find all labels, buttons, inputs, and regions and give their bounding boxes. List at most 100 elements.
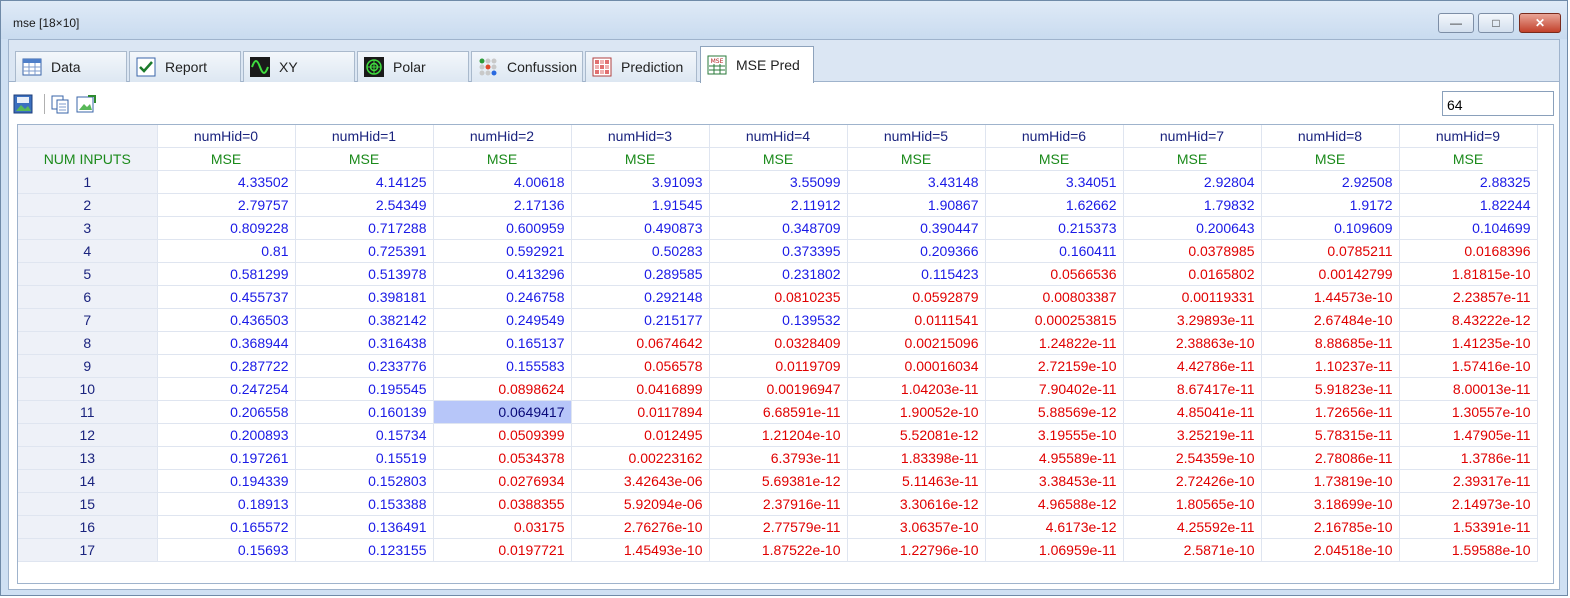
grid-cell[interactable]: 8.43222e-12 <box>1399 308 1538 332</box>
grid-cell[interactable]: 0.0168396 <box>1399 239 1538 263</box>
tab-data[interactable]: Data <box>15 51 127 82</box>
grid-cell[interactable]: 2.38863e-10 <box>1123 331 1262 355</box>
column-header[interactable]: numHid=7 <box>1123 125 1262 148</box>
grid-cell[interactable]: 1.9172 <box>1261 193 1400 217</box>
grid-cell[interactable]: 0.00196947 <box>709 377 848 401</box>
grid-cell[interactable]: 5.91823e-11 <box>1261 377 1400 401</box>
grid-cell[interactable]: 3.34051 <box>985 170 1124 194</box>
column-header[interactable]: numHid=5 <box>847 125 986 148</box>
grid-cell[interactable]: 2.04518e-10 <box>1261 538 1400 562</box>
grid-cell[interactable]: 2.72426e-10 <box>1123 469 1262 493</box>
grid-cell[interactable]: 0.056578 <box>571 354 710 378</box>
grid-cell[interactable]: 0.200893 <box>157 423 296 447</box>
row-header[interactable]: 15 <box>18 492 158 516</box>
grid-cell[interactable]: 0.152803 <box>295 469 434 493</box>
grid-cell[interactable]: 0.15734 <box>295 423 434 447</box>
grid-cell[interactable]: 1.59588e-10 <box>1399 538 1538 562</box>
grid-cell[interactable]: 0.0111541 <box>847 308 986 332</box>
grid-cell[interactable]: 2.14973e-10 <box>1399 492 1538 516</box>
grid-cell[interactable]: 0.206558 <box>157 400 296 424</box>
grid-cell[interactable]: 0.123155 <box>295 538 434 562</box>
grid-cell[interactable]: 3.25219e-11 <box>1123 423 1262 447</box>
grid-cell[interactable]: 5.69381e-12 <box>709 469 848 493</box>
grid-cell[interactable]: 2.16785e-10 <box>1261 515 1400 539</box>
grid-cell[interactable]: 0.348709 <box>709 216 848 240</box>
grid-cell[interactable]: 5.92094e-06 <box>571 492 710 516</box>
grid-cell[interactable]: 5.11463e-11 <box>847 469 986 493</box>
grid-cell[interactable]: 5.78315e-11 <box>1261 423 1400 447</box>
grid-cell[interactable]: 2.11912 <box>709 193 848 217</box>
grid-cell[interactable]: 0.136491 <box>295 515 434 539</box>
row-header[interactable]: 3 <box>18 216 158 240</box>
grid-cell[interactable]: 0.215177 <box>571 308 710 332</box>
grid-cell[interactable]: 1.41235e-10 <box>1399 331 1538 355</box>
grid-cell[interactable]: 2.37916e-11 <box>709 492 848 516</box>
grid-cell[interactable]: 1.30557e-10 <box>1399 400 1538 424</box>
row-header[interactable]: 6 <box>18 285 158 309</box>
row-header[interactable]: 9 <box>18 354 158 378</box>
grid-cell[interactable]: 4.33502 <box>157 170 296 194</box>
grid-cell[interactable]: 0.81 <box>157 239 296 263</box>
grid-cell[interactable]: 0.246758 <box>433 285 572 309</box>
grid-cell[interactable]: 0.0592879 <box>847 285 986 309</box>
grid-cell[interactable]: 6.3793e-11 <box>709 446 848 470</box>
grid-cell[interactable]: 3.29893e-11 <box>1123 308 1262 332</box>
grid-cell[interactable]: 2.5871e-10 <box>1123 538 1262 562</box>
column-header[interactable]: numHid=9 <box>1399 125 1538 148</box>
grid-cell[interactable]: 2.88325 <box>1399 170 1538 194</box>
grid-cell[interactable]: 0.0674642 <box>571 331 710 355</box>
grid-cell[interactable]: 4.42786e-11 <box>1123 354 1262 378</box>
grid-cell[interactable]: 0.03175 <box>433 515 572 539</box>
grid-cell[interactable]: 0.249549 <box>433 308 572 332</box>
row-header[interactable]: 16 <box>18 515 158 539</box>
grid-cell[interactable]: 1.87522e-10 <box>709 538 848 562</box>
grid-cell[interactable]: 2.76276e-10 <box>571 515 710 539</box>
grid-cell[interactable]: 0.0328409 <box>709 331 848 355</box>
grid-cell[interactable]: 1.44573e-10 <box>1261 285 1400 309</box>
grid-cell[interactable]: 0.0649417 <box>433 400 572 424</box>
row-header[interactable]: 12 <box>18 423 158 447</box>
grid-cell[interactable]: 1.3786e-11 <box>1399 446 1538 470</box>
column-header[interactable]: numHid=3 <box>571 125 710 148</box>
grid-cell[interactable]: 0.0534378 <box>433 446 572 470</box>
grid-cell[interactable]: 8.67417e-11 <box>1123 377 1262 401</box>
grid-cell[interactable]: 0.0566536 <box>985 262 1124 286</box>
column-header[interactable]: numHid=0 <box>157 125 296 148</box>
grid-cell[interactable]: 4.14125 <box>295 170 434 194</box>
column-header[interactable]: numHid=2 <box>433 125 572 148</box>
maximize-button[interactable]: □ <box>1478 13 1514 33</box>
grid-cell[interactable]: 1.79832 <box>1123 193 1262 217</box>
row-header[interactable]: 11 <box>18 400 158 424</box>
row-header[interactable]: 5 <box>18 262 158 286</box>
save-image-icon[interactable] <box>13 94 33 114</box>
grid-cell[interactable]: 0.15519 <box>295 446 434 470</box>
grid-cell[interactable]: 0.00223162 <box>571 446 710 470</box>
column-header[interactable]: numHid=8 <box>1261 125 1400 148</box>
grid-cell[interactable]: 1.45493e-10 <box>571 538 710 562</box>
grid-cell[interactable]: 0.139532 <box>709 308 848 332</box>
grid-cell[interactable]: 0.200643 <box>1123 216 1262 240</box>
grid-cell[interactable]: 4.00618 <box>433 170 572 194</box>
grid-cell[interactable]: 1.83398e-11 <box>847 446 986 470</box>
grid-cell[interactable]: 5.88569e-12 <box>985 400 1124 424</box>
column-header[interactable]: numHid=1 <box>295 125 434 148</box>
grid-cell[interactable]: 2.78086e-11 <box>1261 446 1400 470</box>
grid-cell[interactable]: 0.00142799 <box>1261 262 1400 286</box>
grid-cell[interactable]: 7.90402e-11 <box>985 377 1124 401</box>
grid-cell[interactable]: 3.30616e-12 <box>847 492 986 516</box>
grid-cell[interactable]: 3.19555e-10 <box>985 423 1124 447</box>
grid-cell[interactable]: 0.436503 <box>157 308 296 332</box>
column-header[interactable]: numHid=6 <box>985 125 1124 148</box>
grid-cell[interactable]: 0.115423 <box>847 262 986 286</box>
grid-cell[interactable]: 2.92508 <box>1261 170 1400 194</box>
grid-cell[interactable]: 0.195545 <box>295 377 434 401</box>
grid-cell[interactable]: 0.233776 <box>295 354 434 378</box>
grid-cell[interactable]: 0.165137 <box>433 331 572 355</box>
grid-cell[interactable]: 1.91545 <box>571 193 710 217</box>
tab-mse-pred[interactable]: MSE MSE Pred <box>700 46 814 83</box>
grid-cell[interactable]: 2.92804 <box>1123 170 1262 194</box>
grid-cell[interactable]: 0.18913 <box>157 492 296 516</box>
grid-cell[interactable]: 1.24822e-11 <box>985 331 1124 355</box>
row-header[interactable]: 8 <box>18 331 158 355</box>
tab-xy[interactable]: XY <box>243 51 355 82</box>
